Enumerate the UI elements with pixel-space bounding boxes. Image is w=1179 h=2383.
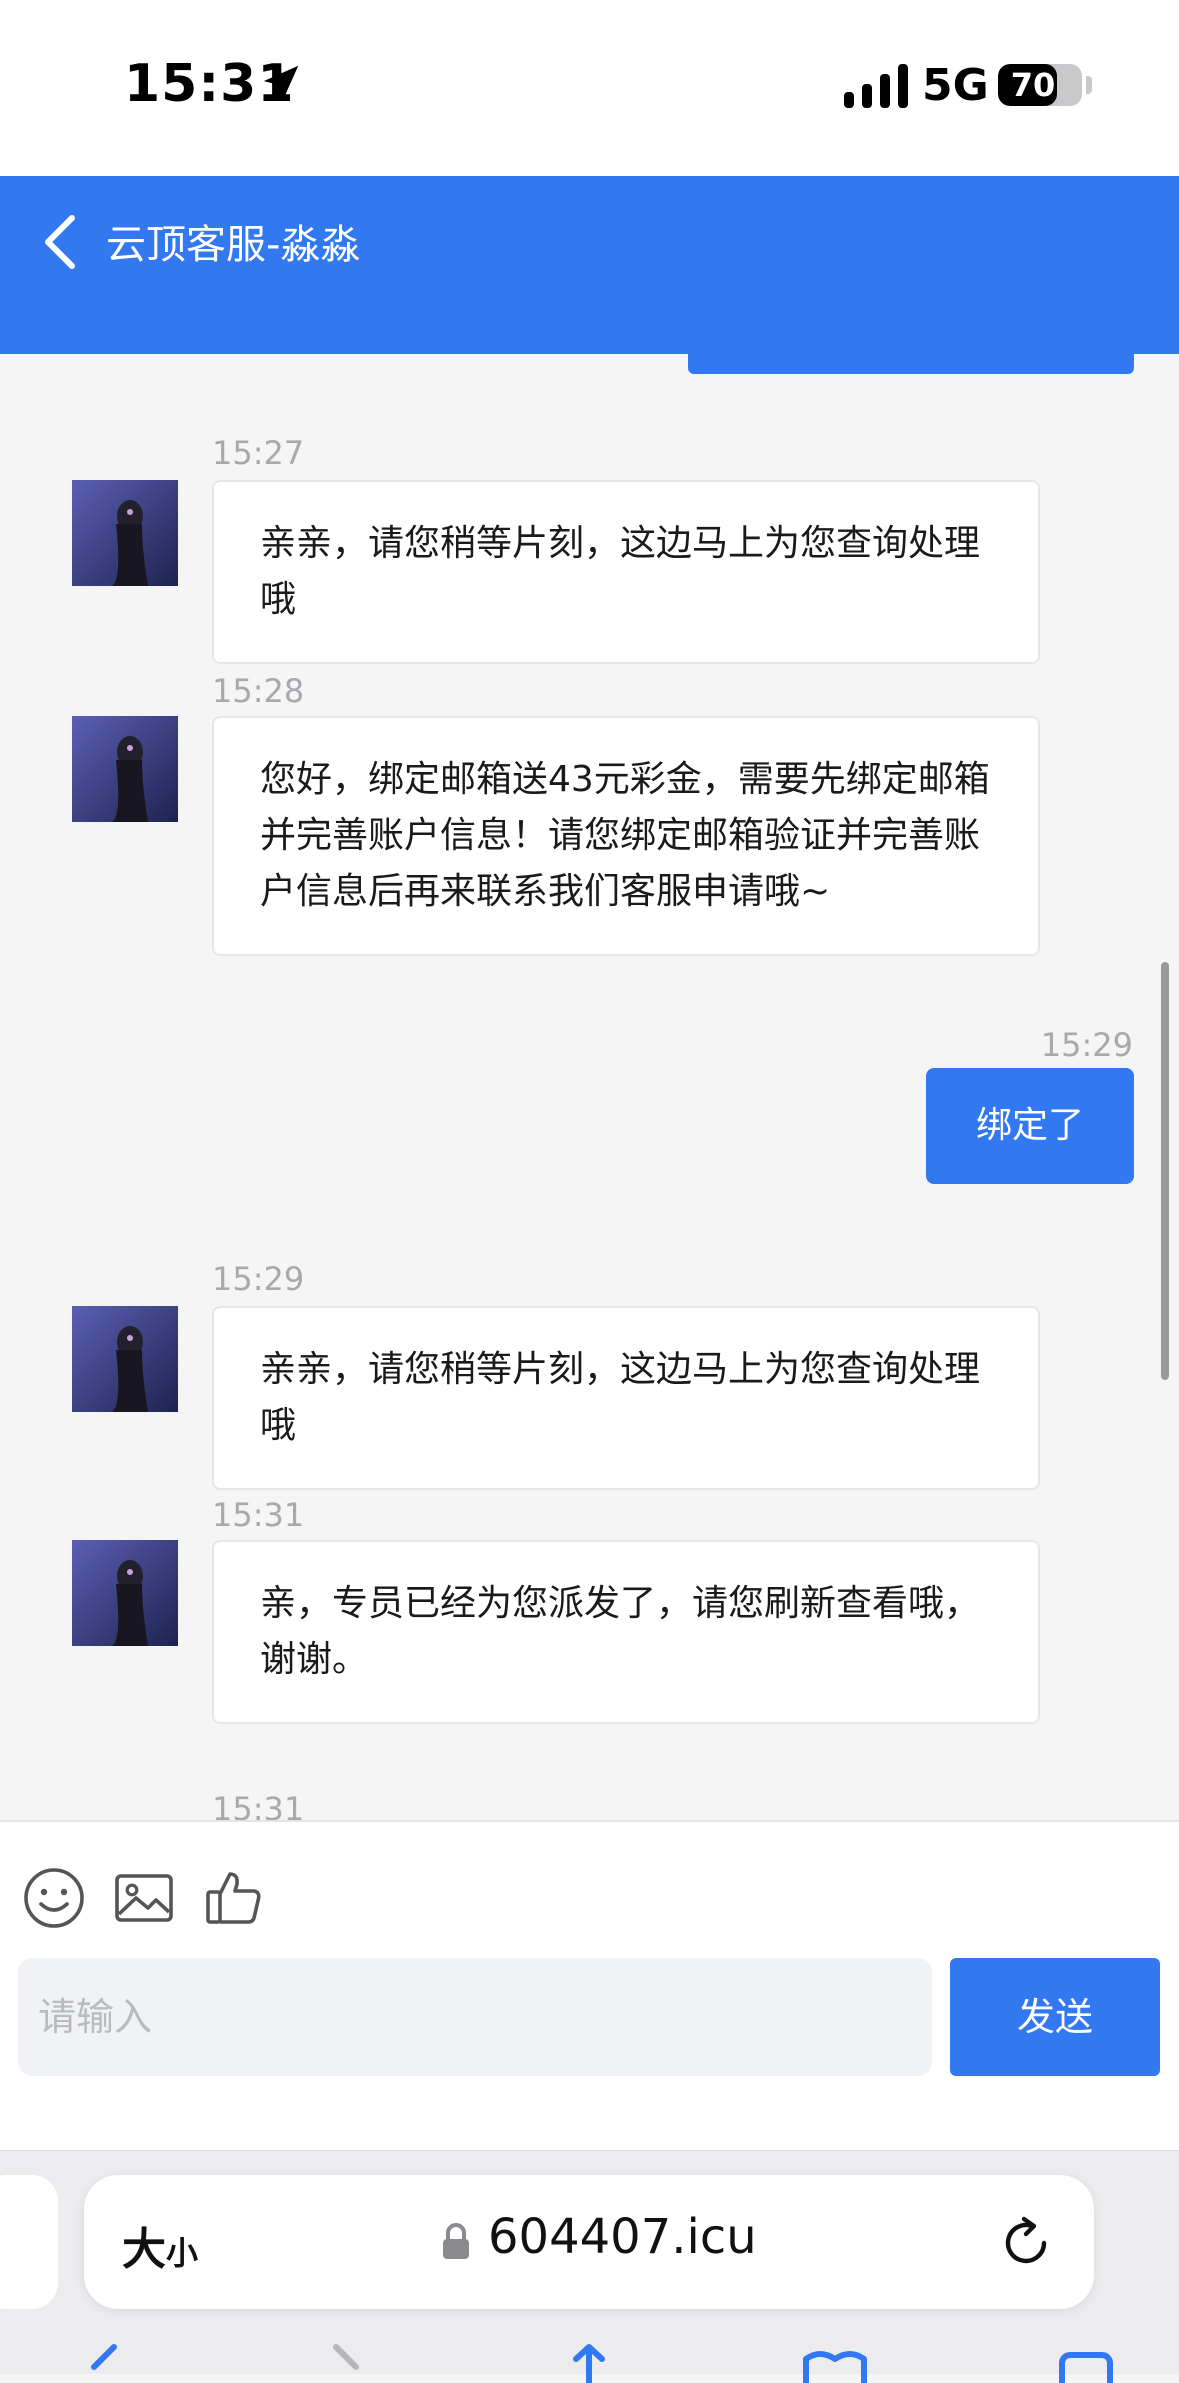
message-bubble: 亲亲，请您稍等片刻，这边马上为您查询处理哦 — [212, 480, 1040, 664]
cellular-signal-icon — [844, 64, 908, 108]
text-size-small-label: 小 — [166, 2234, 199, 2272]
message-timestamp: 15:29 — [1040, 1026, 1133, 1064]
battery-percent: 70 — [1010, 66, 1056, 104]
back-chevron-icon[interactable] — [40, 214, 80, 270]
message-bubble-self: 绑定了 — [926, 1068, 1134, 1184]
message-timestamp: 15:27 — [212, 434, 305, 472]
battery-icon: 70 — [998, 64, 1082, 106]
lock-icon — [443, 2223, 469, 2259]
composer-area: 发送 — [0, 1820, 1179, 2150]
agent-avatar — [72, 1306, 178, 1412]
image-icon[interactable] — [112, 1866, 176, 1930]
previous-message-bubble — [688, 354, 1134, 374]
chat-header: 云顶客服-淼淼 — [0, 176, 1179, 354]
agent-avatar — [72, 1540, 178, 1646]
browser-forward-icon[interactable] — [312, 2343, 382, 2383]
message-timestamp: 15:31 — [212, 1790, 305, 1820]
tabs-icon[interactable] — [1050, 2343, 1120, 2383]
message-bubble: 亲亲，请您稍等片刻，这边马上为您查询处理哦 — [212, 1306, 1040, 1490]
reload-icon[interactable] — [998, 2215, 1054, 2271]
previous-tab-card[interactable] — [0, 2175, 58, 2309]
agent-avatar — [72, 716, 178, 822]
location-arrow-icon — [263, 65, 299, 101]
message-timestamp: 15:29 — [212, 1260, 305, 1298]
message-item: 15:28 您好，绑定邮箱送43元彩金，需要先绑定邮箱并完善账户信息！请您绑定邮… — [0, 672, 1179, 972]
url-text: 604407.icu — [488, 2209, 757, 2265]
browser-back-icon[interactable] — [66, 2343, 136, 2383]
message-list[interactable]: 15:27 亲亲，请您稍等片刻，这边马上为您查询处理哦 15:28 您好，绑定邮… — [0, 354, 1179, 1820]
page-title: 云顶客服-淼淼 — [106, 222, 361, 268]
address-bar[interactable]: 大小 604407.icu — [84, 2175, 1094, 2309]
message-timestamp: 15:28 — [212, 672, 305, 710]
message-item: 15:29 亲亲，请您稍等片刻，这边马上为您查询处理哦 — [0, 1260, 1179, 1500]
message-timestamp: 15:31 — [212, 1496, 305, 1534]
send-button[interactable]: 发送 — [950, 1958, 1160, 2076]
emoji-icon[interactable] — [22, 1866, 86, 1930]
message-item-self: 15:29 绑定了 — [0, 1026, 1179, 1196]
scrollbar[interactable] — [1161, 962, 1169, 1380]
message-item: 15:31 — [0, 1790, 1179, 1820]
share-icon[interactable] — [554, 2343, 624, 2383]
text-size-button[interactable]: 大小 — [122, 2213, 198, 2277]
agent-avatar — [72, 480, 178, 586]
message-bubble: 亲，专员已经为您派发了，请您刷新查看哦，谢谢。 — [212, 1540, 1040, 1724]
message-input[interactable] — [18, 1958, 932, 2076]
battery-cap — [1086, 76, 1092, 94]
message-bubble: 您好，绑定邮箱送43元彩金，需要先绑定邮箱并完善账户信息！请您绑定邮箱验证并完善… — [212, 716, 1040, 956]
browser-toolbar: 大小 604407.icu — [0, 2150, 1179, 2383]
thumbs-up-icon[interactable] — [202, 1866, 266, 1930]
message-item: 15:27 亲亲，请您稍等片刻，这边马上为您查询处理哦 — [0, 434, 1179, 674]
message-item: 15:31 亲，专员已经为您派发了，请您刷新查看哦，谢谢。 — [0, 1496, 1179, 1736]
bookmarks-icon[interactable] — [800, 2343, 870, 2383]
text-size-large-label: 大 — [122, 2224, 166, 2275]
status-bar: 15:31 5G 70 — [0, 0, 1179, 176]
network-type: 5G — [922, 60, 989, 111]
